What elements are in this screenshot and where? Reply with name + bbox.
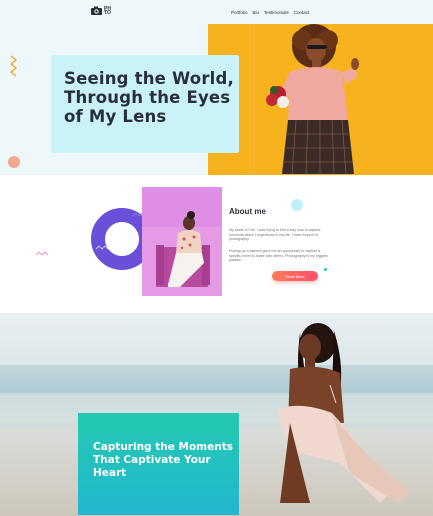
feature-title: Capturing the Moments That Captivate You… (93, 441, 233, 479)
hero-photo (208, 24, 433, 175)
nav-item-testimonials[interactable]: Testimonials (264, 10, 289, 15)
nav-item-bio[interactable]: Bio (253, 10, 260, 15)
wave-decoration (35, 251, 49, 256)
camera-icon (91, 6, 102, 15)
hero-title: Seeing the World, Through the Eyes of My… (64, 69, 235, 126)
seated-woman-illustration (142, 187, 222, 296)
dot-decoration (291, 199, 303, 211)
about-paragraph-2: Picking up a camera gave me an opportuni… (229, 249, 328, 262)
about-paragraph-1: My name is Cris. I was trying to find a … (229, 228, 321, 241)
nav-item-contact[interactable]: Contact (294, 10, 310, 15)
about-photo (142, 187, 222, 296)
about-title: About me (229, 207, 266, 216)
zigzag-decoration (9, 55, 18, 77)
main-nav: Portfolio Bio Testimonials Contact (231, 10, 309, 15)
dot-decoration (324, 268, 327, 271)
logo-text: PH TO (104, 5, 111, 16)
read-more-button[interactable]: Read More (272, 271, 318, 281)
wave-decoration (95, 245, 109, 250)
woman-portrait-illustration (208, 24, 433, 175)
site-header: PH TO Portfolio Bio Testimonials Contact (0, 0, 433, 24)
nav-item-portfolio[interactable]: Portfolio (231, 10, 248, 15)
dot-decoration (8, 156, 20, 168)
logo[interactable]: PH TO (91, 6, 112, 15)
